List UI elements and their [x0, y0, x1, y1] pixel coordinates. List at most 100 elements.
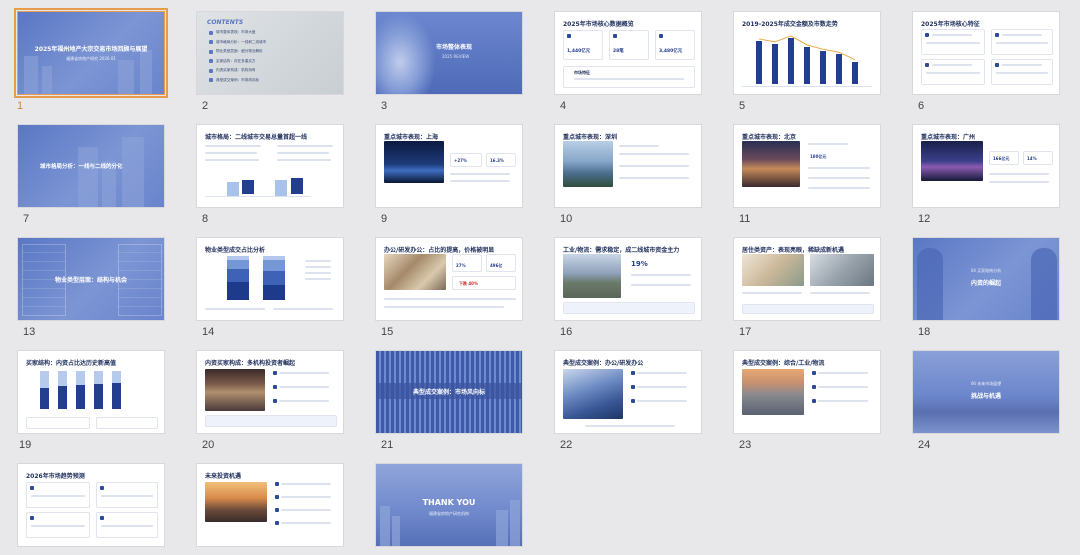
stat-value: 496亿: [490, 263, 503, 268]
slide-thumb-1[interactable]: 2025年福州地产大宗交易市场回顾与展望 福建省房地产研究 2026.01: [14, 8, 168, 98]
slide-thumb-2[interactable]: CONTENTS 城市整体表现：市场大盘 城市格局分析：一线和二线城市 物业类型层面…: [196, 11, 344, 95]
slide-title: 2025年市场核心特征: [921, 21, 980, 28]
slide-thumb-6[interactable]: 2025年市场核心特征: [912, 11, 1060, 95]
slide-title: 挑战与机遇: [970, 393, 1001, 400]
slide-number: 7: [23, 213, 30, 225]
slide-number: 21: [381, 439, 394, 451]
slide-title: THANK YOU: [422, 498, 476, 507]
slide-number: 10: [560, 213, 573, 225]
slide-title: 居住类资产：表现亮眼，稀缺成新机遇: [742, 247, 845, 254]
slide-title: 未来投资机遇: [205, 473, 242, 480]
chart-segment: [263, 256, 285, 261]
slide-thumb-21[interactable]: 典型成交案例：市场风向标: [375, 350, 523, 434]
stat-value: 1,440亿元: [567, 49, 591, 54]
slide-title: 2026年市场趋势预测: [26, 473, 85, 480]
slide-subtitle: 06 未来市场展望: [970, 381, 1002, 386]
stat-value: 166亿元: [993, 156, 1010, 161]
chart-bar: [58, 386, 67, 409]
toc-item: 内资买家构成：机构持有: [209, 68, 256, 73]
toc-item-label: 买家结构：存在多重买方: [216, 58, 256, 63]
toc-item-label: 典型成交案例：市场风向标: [216, 77, 260, 82]
slide-title: 2025年福州地产大宗交易市场回顾与展望: [34, 46, 148, 53]
chart-bar: [112, 383, 121, 409]
slide-number: 23: [739, 439, 752, 451]
slide-number: 16: [560, 326, 573, 338]
slide-thumb-19[interactable]: 买家结构：内资占比达历史新高值: [17, 350, 165, 434]
slide-thumb-8[interactable]: 城市格局：二线城市交易总量首超一线: [196, 124, 344, 208]
slide-title: 办公/研发办公：占比的提高，价格被明显: [384, 247, 495, 254]
stat-value: 16.3%: [490, 158, 504, 163]
slide-subtitle: 福建省房地产研究 2026.01: [66, 56, 116, 61]
chart-segment: [227, 282, 249, 300]
toc-item: 城市整体表现：市场大盘: [209, 30, 256, 35]
slide-number: 8: [202, 213, 209, 225]
chart-bar: [76, 385, 85, 409]
slide-thumb-25[interactable]: 2026年市场趋势预测: [17, 463, 165, 547]
slide-title: 买家结构：内资占比达历史新高值: [26, 360, 117, 367]
slide-number: 22: [560, 439, 573, 451]
slide-thumb-16[interactable]: 工业/物流：需求稳定，成二线城市资金主力 19%: [554, 237, 702, 321]
chart-segment: [227, 269, 249, 283]
toc-bullet-icon: [209, 59, 213, 63]
toc-item-label: 城市整体表现：市场大盘: [216, 30, 256, 34]
toc-bullet-icon: [209, 40, 213, 44]
slide-thumb-18[interactable]: 04 买家结构分析 内资的崛起: [912, 237, 1060, 321]
slide-title: 城市格局分析：一线与二线的分化: [40, 164, 123, 170]
slide-number: 12: [918, 213, 931, 225]
slide-thumb-14[interactable]: 物业类型成交占比分析: [196, 237, 344, 321]
slide-number: 9: [381, 213, 388, 225]
chart-bar: [94, 384, 103, 409]
slide-thumb-22[interactable]: 典型成交案例：办公/研发办公: [554, 350, 702, 434]
stat-value: 下跌 40%: [459, 281, 478, 286]
slide-thumb-17[interactable]: 居住类资产：表现亮眼，稀缺成新机遇: [733, 237, 881, 321]
slide-thumb-11[interactable]: 重点城市表现：北京 180亿元: [733, 124, 881, 208]
slide-thumb-15[interactable]: 办公/研发办公：占比的提高，价格被明显 27% 496亿 下跌 40%: [375, 237, 523, 321]
slide-title: 2025年市场核心数据概览: [563, 21, 634, 28]
slide-thumb-9[interactable]: 重点城市表现：上海 +27% 16.3%: [375, 124, 523, 208]
slide-thumb-20[interactable]: 内资买家构成：多机构投资者崛起: [196, 350, 344, 434]
slide-thumb-12[interactable]: 重点城市表现：广州 166亿元 14%: [912, 124, 1060, 208]
chart-segment: [263, 260, 285, 272]
toc-bullet-icon: [209, 49, 213, 54]
slide-subtitle: 福建省房地产研究机构: [429, 511, 469, 516]
toc-item-label: 内资买家构成：机构持有: [216, 68, 256, 72]
toc-item: 买家结构：存在多重买方: [209, 59, 256, 64]
toc-item: 典型成交案例：市场风向标: [209, 78, 259, 83]
slide-number: 20: [202, 439, 215, 451]
slide-thumb-23[interactable]: 典型成交案例：综合/工业/物流: [733, 350, 881, 434]
toc-item: 物业类型层面：细分物业解析: [209, 49, 263, 54]
slide-thumb-10[interactable]: 重点城市表现：深圳: [554, 124, 702, 208]
chart-segment: [227, 260, 249, 270]
slide-number: 18: [918, 326, 931, 338]
trend-line: [758, 35, 856, 61]
slide-number: 5: [739, 100, 746, 112]
slide-number: 19: [19, 439, 32, 451]
slide-number: 24: [918, 439, 931, 451]
slide-title: 典型成交案例：市场风向标: [412, 389, 485, 396]
slide-thumb-3[interactable]: 市场整体表现 2025 REVIEW: [375, 11, 523, 95]
slide-subtitle: 2025 REVIEW: [442, 54, 470, 59]
chart-segment: [263, 271, 285, 285]
slide-number: 3: [381, 100, 388, 112]
slide-subtitle: 04 买家结构分析: [970, 268, 1002, 273]
stat-value: 180亿元: [810, 154, 827, 159]
slide-title: 工业/物流：需求稳定，成二线城市资金主力: [563, 247, 680, 254]
toc-item: 城市格局分析：一线和二线城市: [209, 40, 266, 45]
slide-title: 典型成交案例：综合/工业/物流: [742, 360, 825, 367]
slide-thumb-27[interactable]: THANK YOU 福建省房地产研究机构: [375, 463, 523, 547]
slide-number: 6: [918, 100, 925, 112]
stat-value: 14%: [1027, 156, 1037, 161]
slide-thumb-26[interactable]: 未来投资机遇: [196, 463, 344, 547]
toc-bullet-icon: [209, 68, 213, 73]
slide-thumb-5[interactable]: 2019-2025年成交金额及市数走势: [733, 11, 881, 95]
slide-number: 1: [17, 100, 24, 112]
slide-thumb-4[interactable]: 2025年市场核心数据概览 1,440亿元 28笔 3,480亿元 市场特征: [554, 11, 702, 95]
slide-thumb-24[interactable]: 06 未来市场展望 挑战与机遇: [912, 350, 1060, 434]
slide-number: 15: [381, 326, 394, 338]
stat-value: 28笔: [613, 49, 624, 54]
note-label: 市场特征: [574, 70, 590, 75]
slide-thumb-13[interactable]: 物业类型层面：结构与机会: [17, 237, 165, 321]
stat-value: +27%: [454, 158, 467, 163]
slide-thumb-7[interactable]: 城市格局分析：一线与二线的分化: [17, 124, 165, 208]
slide-title: 物业类型层面：结构与机会: [54, 277, 127, 284]
